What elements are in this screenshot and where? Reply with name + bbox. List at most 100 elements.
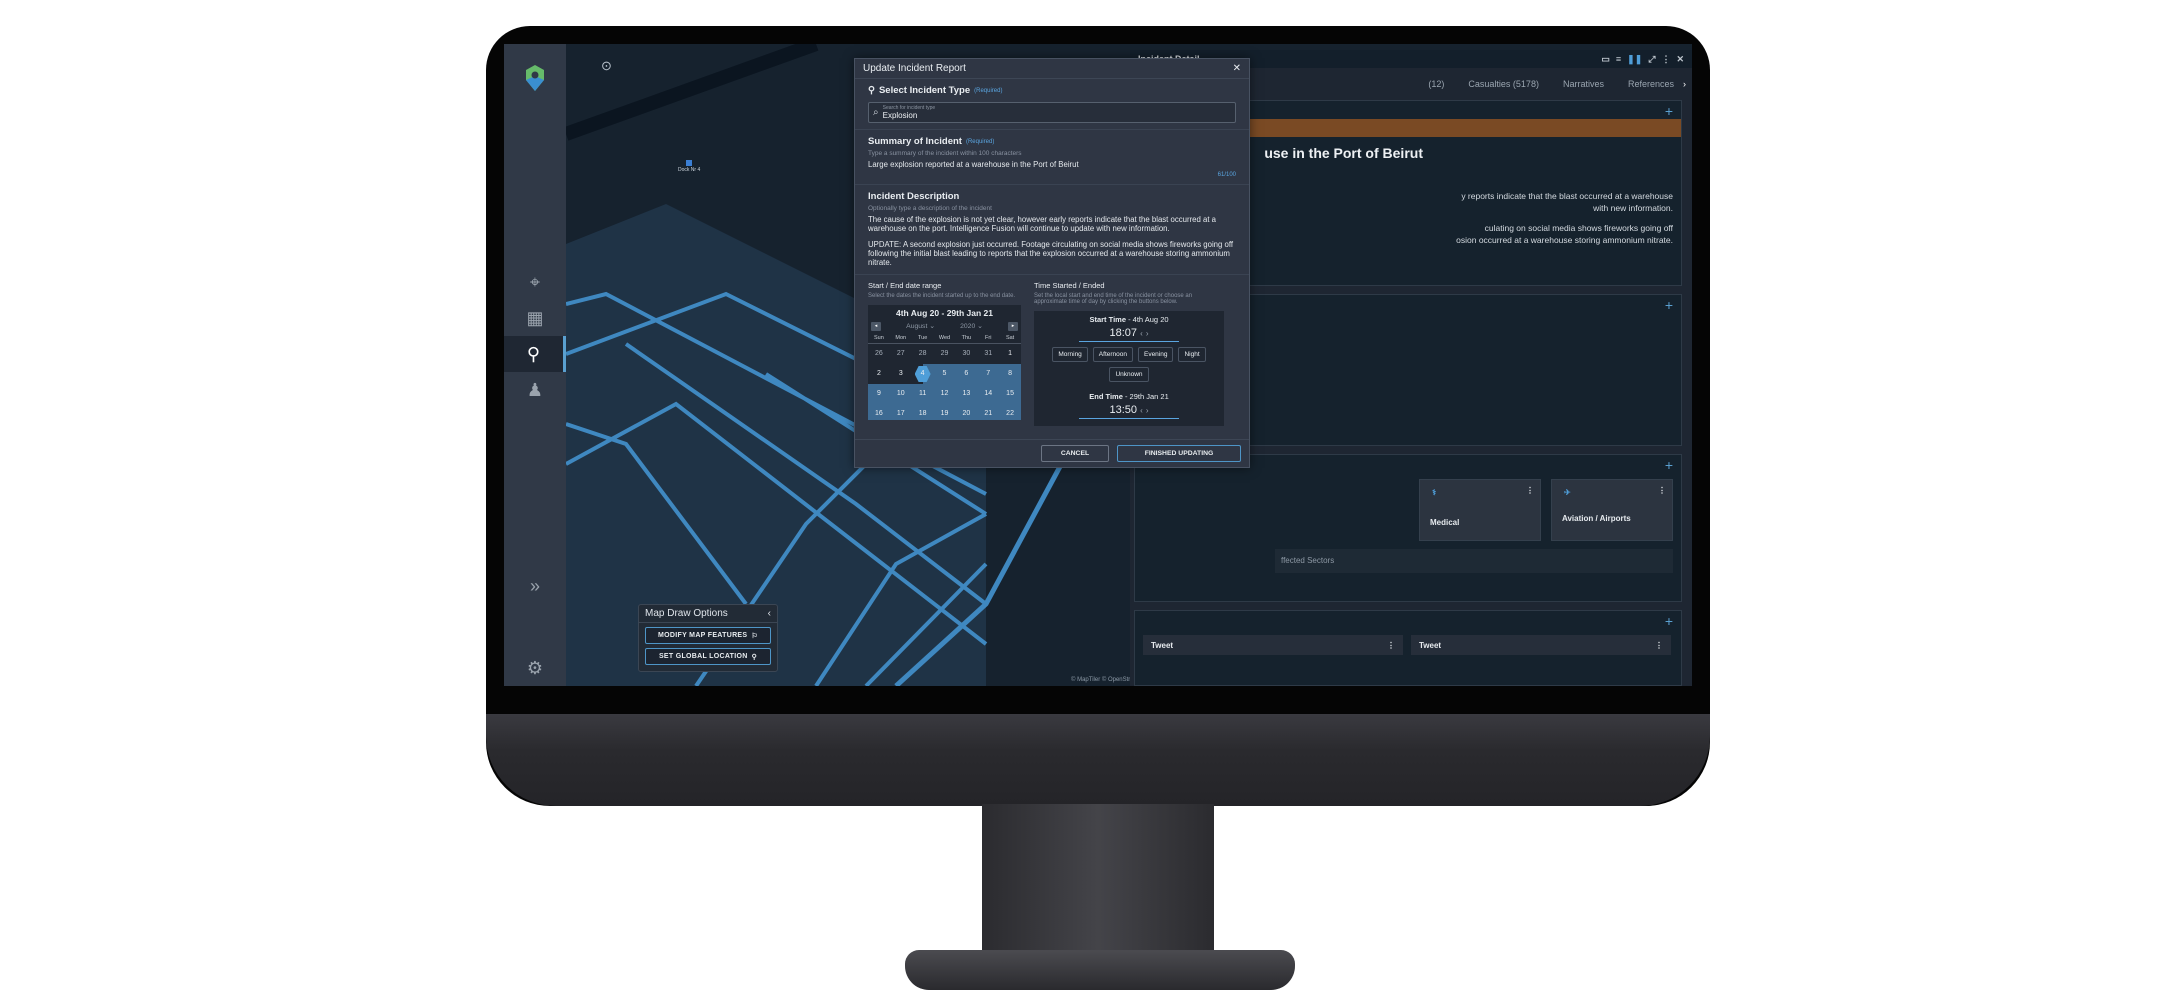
user-icon[interactable]: ♟ <box>504 372 566 408</box>
calendar-day[interactable]: 4 <box>911 363 934 384</box>
rows-icon[interactable]: ≡ <box>1616 54 1621 65</box>
chip-evening[interactable]: Evening <box>1137 346 1174 362</box>
chip-unknown[interactable]: Unknown <box>1109 366 1149 382</box>
more-icon[interactable]: ⋮ <box>1387 641 1395 650</box>
sector-medical[interactable]: ⚕ ⋮ Medical <box>1419 479 1541 541</box>
summary-input[interactable]: Large explosion reported at a warehouse … <box>868 160 1236 170</box>
calendar-grid: Sun Mon Tue Wed Thu Fri Sat 26 27 28 29 30 31 1 2 3 4 5 6 7… <box>868 333 1021 420</box>
calendar-day[interactable]: 26 <box>868 344 890 364</box>
monitor-stand <box>982 804 1214 954</box>
modify-map-features-button[interactable]: MODIFY MAP FEATURES ⚐ <box>645 627 771 644</box>
dialog-footer: CANCEL FINISHED UPDATING <box>855 439 1249 467</box>
start-time-input[interactable]: 18:07 ‹ › <box>1079 327 1179 342</box>
next-month-button[interactable]: ▸ <box>1008 321 1018 331</box>
calendar-day[interactable]: 30 <box>955 344 977 364</box>
set-global-location-button[interactable]: SET GLOBAL LOCATION ⚲ <box>645 648 771 665</box>
calendar-day[interactable]: 10 <box>889 383 912 404</box>
airplane-icon: ✈ <box>1564 488 1571 497</box>
calendar-day[interactable]: 3 <box>890 364 912 384</box>
description-input[interactable]: The cause of the explosion is not yet cl… <box>868 215 1236 268</box>
chevron-left-icon[interactable]: ‹ <box>1140 329 1143 338</box>
description-section: Incident Description Optionally type a d… <box>855 185 1249 275</box>
tab-casualties[interactable]: Casualties (5178) <box>1468 79 1539 89</box>
calendar-day[interactable]: 7 <box>977 363 1000 384</box>
add-icon[interactable]: + <box>1665 457 1673 473</box>
modify-map-label: MODIFY MAP FEATURES <box>658 632 748 639</box>
add-icon[interactable]: + <box>1665 103 1673 119</box>
month-select[interactable]: August ⌄ <box>906 322 935 330</box>
month-label: August <box>906 323 928 331</box>
calendar-day[interactable]: 1 <box>999 344 1021 364</box>
finished-updating-button[interactable]: FINISHED UPDATING <box>1117 445 1241 462</box>
more-icon[interactable]: ⋮ <box>1526 486 1534 495</box>
end-time-input[interactable]: 13:50 ‹ › <box>1079 404 1179 419</box>
settings-icon[interactable]: ⚙ <box>504 650 566 686</box>
chip-afternoon[interactable]: Afternoon <box>1092 346 1133 362</box>
calendar-day[interactable]: 9 <box>868 383 890 404</box>
collapse-icon[interactable]: ‹ <box>768 608 771 619</box>
minimize-icon[interactable]: ▭ <box>1601 54 1610 65</box>
chevron-right-icon[interactable]: › <box>1146 329 1149 338</box>
chip-morning[interactable]: Morning <box>1052 346 1088 362</box>
calendar-day[interactable]: 5 <box>933 363 956 384</box>
tab-count[interactable]: (12) <box>1428 79 1444 89</box>
more-icon[interactable]: ⋮ <box>1658 486 1666 495</box>
layout-icon[interactable]: ▦ <box>504 300 566 336</box>
tweet-label: Tweet <box>1151 641 1174 650</box>
expand-icon[interactable]: » <box>504 568 566 604</box>
calendar-day[interactable]: 12 <box>933 383 956 404</box>
prev-month-button[interactable]: ◂ <box>871 321 881 331</box>
calendar-day[interactable]: 6 <box>955 363 978 384</box>
affected-sectors-field[interactable]: ffected Sectors <box>1275 549 1673 573</box>
year-select[interactable]: 2020 ⌄ <box>960 322 983 330</box>
calendar-day[interactable]: 15 <box>999 383 1021 404</box>
calendar-day[interactable]: 27 <box>890 344 912 364</box>
more-icon[interactable]: ⋮ <box>1661 54 1670 65</box>
weekday-header: Sat <box>999 333 1021 344</box>
sector-aviation[interactable]: ✈ ⋮ Aviation / Airports <box>1551 479 1673 541</box>
calendar-day[interactable]: 21 <box>977 403 1000 420</box>
calendar-day[interactable]: 13 <box>955 383 978 404</box>
calendar-day[interactable]: 18 <box>911 403 934 420</box>
monitor-stand-base <box>905 950 1295 990</box>
calendar-day[interactable]: 28 <box>912 344 934 364</box>
tweet-card[interactable]: Tweet ⋮ <box>1143 635 1403 655</box>
add-icon[interactable]: + <box>1665 613 1673 629</box>
close-icon[interactable]: ✕ <box>1233 63 1241 74</box>
chevron-right-icon[interactable]: › <box>1683 79 1686 89</box>
add-location-icon[interactable]: ⌖ <box>504 264 566 300</box>
incident-type-search-input[interactable]: ⌕ Search for incident type Explosion <box>868 102 1236 123</box>
calendar-day[interactable]: 16 <box>868 403 890 420</box>
chevron-right-icon[interactable]: › <box>1146 406 1149 415</box>
calendar-day[interactable]: 14 <box>977 383 1000 404</box>
calendar-day[interactable]: 11 <box>911 383 934 404</box>
calendar-day[interactable]: 31 <box>977 344 999 364</box>
cancel-button[interactable]: CANCEL <box>1041 445 1109 462</box>
calendar-day[interactable]: 17 <box>889 403 912 420</box>
calendar-day[interactable]: 20 <box>955 403 978 420</box>
calendar-day[interactable]: 22 <box>999 403 1021 420</box>
calendar-day[interactable]: 19 <box>933 403 956 420</box>
location-pin-icon[interactable]: ⚲ <box>504 336 566 372</box>
tab-references[interactable]: References <box>1628 79 1674 89</box>
calendar-day[interactable]: 29 <box>934 344 956 364</box>
calendar-day[interactable]: 8 <box>999 363 1021 384</box>
sector-label: Aviation / Airports <box>1562 514 1631 523</box>
chevron-left-icon[interactable]: ‹ <box>1140 406 1143 415</box>
weekday-header: Sun <box>868 333 890 344</box>
add-icon[interactable]: + <box>1665 297 1673 313</box>
left-sidebar: ⌖ ▦ ⚲ ♟ » ⚙ <box>504 44 566 686</box>
close-icon[interactable]: ✕ <box>1676 54 1684 65</box>
tab-narratives[interactable]: Narratives <box>1563 79 1604 89</box>
more-icon[interactable]: ⋮ <box>1655 641 1663 650</box>
description-hint: Optionally type a description of the inc… <box>868 204 992 212</box>
calendar-day[interactable]: 2 <box>868 364 890 384</box>
tweet-card[interactable]: Tweet ⋮ <box>1411 635 1671 655</box>
expand-window-icon[interactable]: ⤢ <box>1648 54 1655 65</box>
draw-panel-title: Map Draw Options <box>645 608 728 619</box>
set-location-label: SET GLOBAL LOCATION <box>658 653 748 660</box>
map-search-icon[interactable]: ⊙ <box>601 58 612 74</box>
weekday-header: Wed <box>933 333 956 344</box>
chip-night[interactable]: Night <box>1178 346 1206 362</box>
columns-icon[interactable]: ❚❚ <box>1627 54 1642 65</box>
